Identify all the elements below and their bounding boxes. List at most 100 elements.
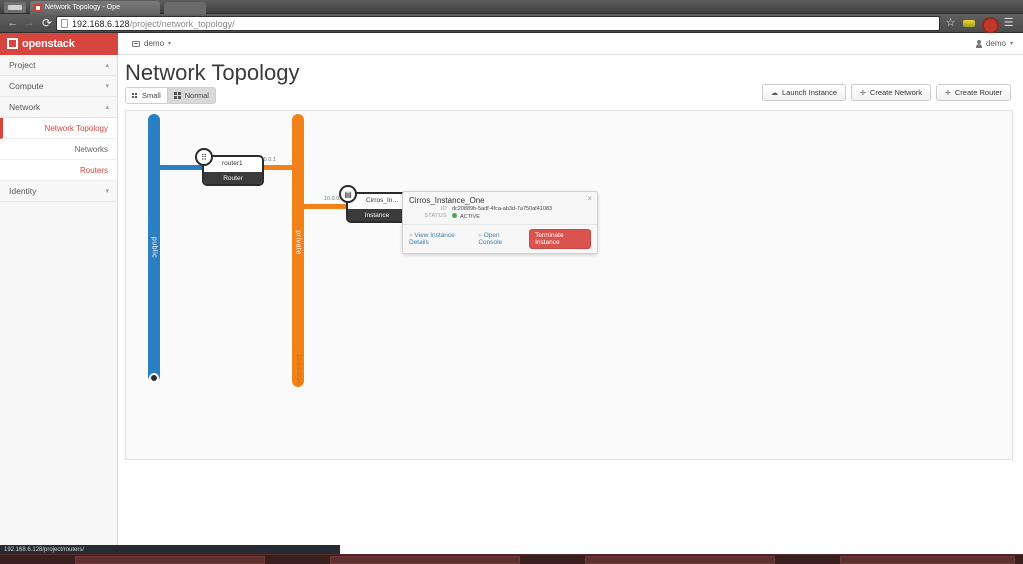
user-menu[interactable]: demo ▾ [975, 39, 1013, 48]
network-bar-private[interactable]: private [292, 114, 304, 387]
extension-icon-1[interactable] [963, 17, 976, 30]
sidebar: Project ▴ Compute ▾ Network ▴ Network To… [0, 55, 118, 545]
chevron-down-icon: ▾ [168, 41, 172, 47]
system-menu-icon[interactable] [4, 2, 26, 13]
chevron-down-icon: ▾ [105, 83, 109, 90]
sidebar-group-label: Network [9, 102, 41, 112]
status-bar-url: 192.168.6.128/project/routers/ [4, 546, 85, 553]
new-tab-button[interactable] [164, 2, 206, 14]
address-bar[interactable]: 192.168.6.128/project/network_topology/ [56, 16, 940, 31]
terminate-instance-button[interactable]: Terminate Instance [529, 229, 591, 249]
project-selector[interactable]: demo ▾ [132, 39, 171, 48]
sidebar-item-routers[interactable]: Routers [0, 160, 117, 181]
url-path: /project/network_topology/ [129, 18, 235, 29]
grid-normal-icon [173, 92, 182, 99]
instance-icon: ▤ [339, 185, 357, 203]
sidebar-item-label: Network Topology [44, 123, 108, 133]
open-console-link[interactable]: Open Console [478, 232, 521, 246]
browser-status-bar: 192.168.6.128/project/routers/ [0, 545, 340, 554]
close-icon[interactable]: × [587, 194, 592, 203]
node-type-instance: Instance [348, 209, 406, 221]
openstack-logo[interactable]: openstack [0, 32, 118, 55]
sidebar-group-network[interactable]: Network ▴ [0, 97, 117, 118]
sidebar-item-networks[interactable]: Networks [0, 139, 117, 160]
create-router-button[interactable]: ✛ Create Router [936, 84, 1011, 101]
hamburger-menu-icon[interactable]: ☰ [1002, 17, 1015, 30]
sidebar-group-project[interactable]: Project ▴ [0, 55, 117, 76]
network-label-public: public [150, 236, 158, 259]
view-normal-button[interactable]: Normal [167, 88, 215, 103]
sidebar-group-compute[interactable]: Compute ▾ [0, 76, 117, 97]
main-content: Network Topology Small Normal ☁ Launch I… [118, 55, 1023, 545]
openstack-mark-icon [7, 38, 18, 49]
chevron-up-icon: ▴ [105, 62, 109, 69]
forward-arrow-icon[interactable]: → [22, 17, 36, 30]
popup-row-status: STATUS ACTIVE [403, 213, 597, 221]
chevron-up-icon: ▴ [105, 104, 109, 111]
bookmark-star-icon[interactable]: ☆ [944, 17, 957, 30]
status-badge: ACTIVE [452, 213, 480, 220]
user-label: demo [985, 39, 1006, 48]
browser-toolbar: ← → ⟳ 192.168.6.128/project/network_topo… [0, 14, 1023, 34]
status-dot-icon [452, 213, 457, 218]
browser-tab[interactable]: Network Topology - Ope [30, 1, 160, 14]
launch-instance-button[interactable]: ☁ Launch Instance [761, 84, 847, 101]
network-bar-public[interactable]: public [148, 114, 160, 382]
page-info-icon [61, 19, 68, 28]
browser-window: Network Topology - Ope ← → ⟳ 192.168.6.1… [0, 0, 1023, 564]
taskbar-item[interactable] [75, 556, 265, 564]
openstack-top-bar: openstack demo ▾ demo ▾ [0, 32, 1023, 55]
view-normal-label: Normal [184, 91, 209, 100]
create-router-label: Create Router [954, 88, 1002, 97]
topology-node-instance[interactable]: ▤ Cirros_In… Instance [339, 185, 408, 223]
taskbar-item[interactable] [585, 556, 775, 564]
instance-detail-popup[interactable]: × Cirros_Instance_One ID dc20889b-5adf-4… [402, 191, 598, 254]
extension-icon-2[interactable] [982, 17, 999, 34]
sidebar-group-label: Identity [9, 186, 37, 196]
project-icon [132, 40, 140, 47]
plus-icon: ✛ [945, 89, 951, 97]
chevron-down-icon: ▾ [1009, 41, 1013, 47]
node-type-router: Router [204, 172, 262, 184]
brand-label: openstack [22, 37, 75, 50]
create-network-button[interactable]: ✛ Create Network [851, 84, 932, 101]
plus-icon: ✛ [860, 89, 866, 97]
sidebar-group-label: Project [9, 60, 36, 70]
popup-status-key: STATUS [424, 213, 447, 219]
reload-icon[interactable]: ⟳ [40, 17, 54, 30]
view-instance-details-link[interactable]: View Instance Details [409, 232, 470, 246]
favicon-icon [34, 3, 42, 12]
project-label: demo [144, 39, 165, 48]
sidebar-item-network-topology[interactable]: Network Topology [0, 118, 117, 139]
popup-id-value: dc20889b-5adf-4fca-ab3d-7a750af41083 [452, 206, 552, 212]
topology-canvas[interactable]: public private 10.0.0.0/24 10.0.0.1 10.0… [125, 110, 1013, 460]
sidebar-group-label: Compute [9, 81, 44, 91]
back-arrow-icon[interactable]: ← [6, 17, 20, 30]
browser-tab-title: Network Topology - Ope [45, 4, 120, 11]
node-name-router: router1 [222, 160, 243, 167]
view-small-label: Small [142, 91, 161, 100]
topology-node-router[interactable]: ⠿ router1 Router [195, 148, 264, 186]
view-size-toggle: Small Normal [125, 87, 216, 104]
popup-title: Cirros_Instance_One [409, 196, 485, 205]
chevron-down-icon: ▾ [105, 188, 109, 195]
create-network-label: Create Network [869, 88, 923, 97]
taskbar-item[interactable] [840, 556, 1015, 564]
taskbar-item[interactable] [330, 556, 520, 564]
popup-action-bar: View Instance Details Open Console Termi… [403, 224, 597, 253]
os-taskbar [0, 554, 1023, 564]
network-endpoint-public[interactable] [149, 373, 159, 383]
network-label-private: private [294, 230, 302, 255]
sidebar-group-identity[interactable]: Identity ▾ [0, 181, 117, 202]
network-subnet-private: 10.0.0.0/24 [295, 353, 301, 385]
view-small-button[interactable]: Small [126, 88, 168, 103]
popup-row-id: ID dc20889b-5adf-4fca-ab3d-7a750af41083 [403, 206, 597, 213]
grid-small-icon [132, 92, 139, 99]
router-icon: ⠿ [195, 148, 213, 166]
popup-id-key: ID [440, 206, 447, 212]
action-button-group: ☁ Launch Instance ✛ Create Network ✛ Cre… [761, 84, 1011, 101]
url-host: 192.168.6.128 [72, 18, 130, 29]
user-icon [975, 39, 982, 48]
link-private-to-instance [298, 204, 346, 209]
browser-tab-strip: Network Topology - Ope [0, 0, 1023, 14]
